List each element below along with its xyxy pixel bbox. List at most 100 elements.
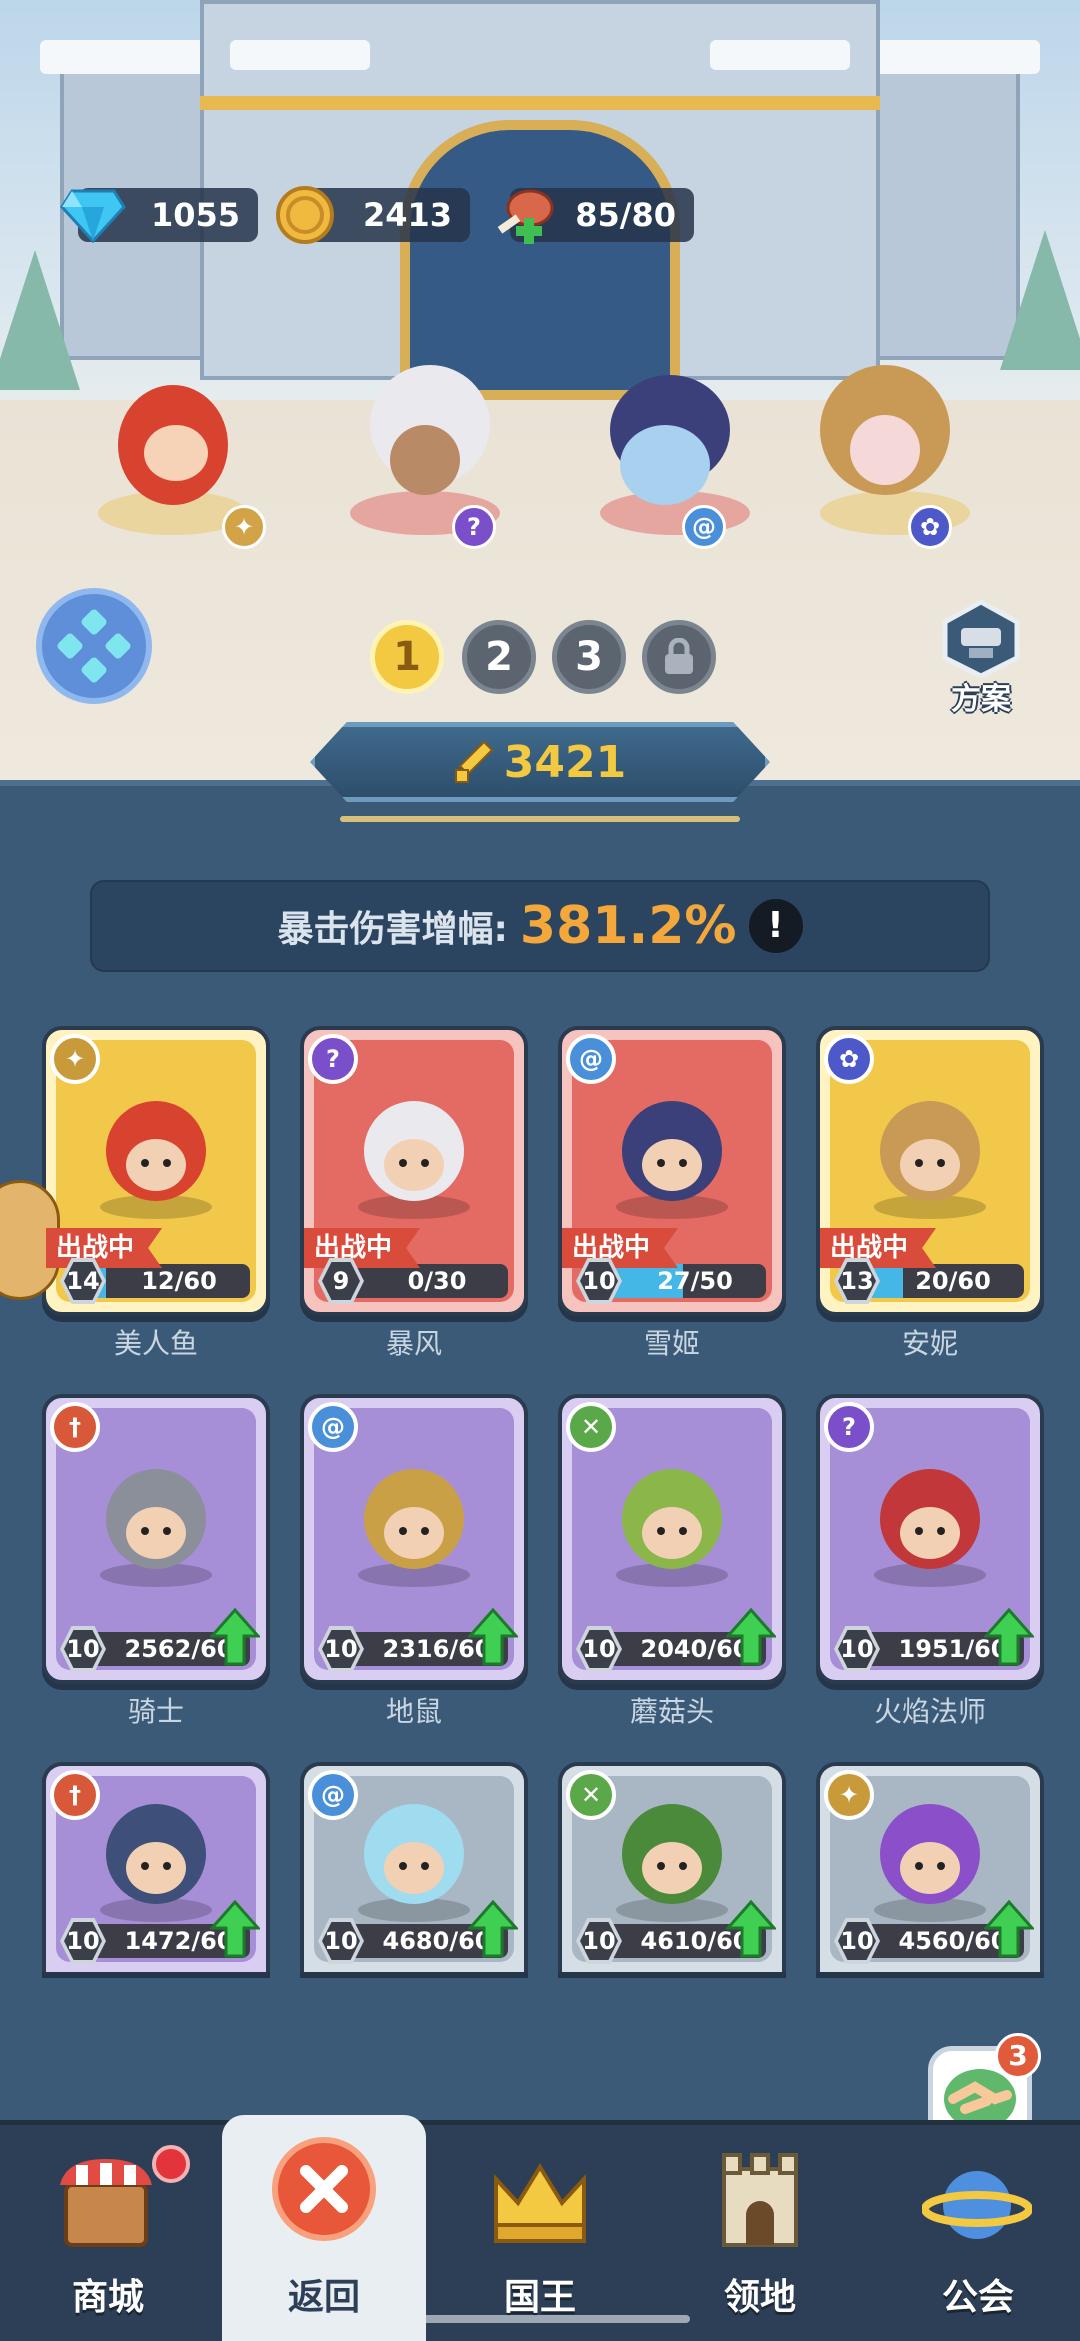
hero-card[interactable]: ✕ 4610/60 10 <box>558 1762 786 1972</box>
hero-level: 10 <box>64 1922 102 1960</box>
team-slot-2[interactable]: 2 <box>462 620 536 694</box>
hero-portrait <box>81 1782 231 1932</box>
coin-icon <box>272 182 338 248</box>
hero-name: 火焰法师 <box>873 1695 986 1728</box>
team-slot-1[interactable]: 1 <box>370 620 444 694</box>
hero-portrait <box>81 1079 231 1229</box>
hero-card[interactable]: @2316/60 10 <box>300 1394 528 1684</box>
upgrade-arrow-icon <box>982 1607 1036 1666</box>
diamond-icon <box>60 182 126 248</box>
team-slot-3[interactable]: 3 <box>552 620 626 694</box>
stage-hero-annie[interactable]: ✿ <box>810 365 970 549</box>
hero-portrait <box>855 1447 1005 1597</box>
deployed-tag: 出战中 <box>562 1228 679 1268</box>
wing-class-icon: ✦ <box>222 505 266 549</box>
hero-portrait <box>597 1079 747 1229</box>
lock-icon <box>665 638 693 674</box>
mermaid-face <box>144 425 208 481</box>
swirl-class-icon: @ <box>308 1402 358 1452</box>
preset-button[interactable]: 方案 <box>936 598 1026 718</box>
hero-card[interactable]: @ 出战中 27/50 10 <box>558 1026 786 1316</box>
hero-card[interactable]: ? 出战中 0/30 9 <box>300 1026 528 1316</box>
hero-card[interactable]: @4680/60 10 <box>300 1762 528 1972</box>
wing-class-icon: ✦ <box>50 1034 100 1084</box>
magic-class-icon: ? <box>452 505 496 549</box>
upgrade-arrow-icon <box>724 1899 778 1958</box>
nav-guild-label: 公会 <box>941 2277 1014 2318</box>
hero-portrait <box>597 1782 747 1932</box>
castle-snow-1 <box>230 40 370 70</box>
nav-king-label: 国王 <box>503 2277 576 2318</box>
hero-card[interactable]: ✦ 出战中 12/60 14 <box>42 1026 270 1316</box>
hero-level: 10 <box>64 1630 102 1668</box>
hero-level: 10 <box>580 1922 618 1960</box>
crit-label: 暴击伤害增幅: <box>277 909 508 950</box>
close-x-icon <box>272 2137 376 2241</box>
magic-class-icon: ? <box>308 1034 358 1084</box>
nav-guild[interactable]: 公会 <box>870 2125 1080 2341</box>
nav-king[interactable]: 国王 <box>432 2125 648 2341</box>
info-button[interactable]: ! <box>748 899 803 953</box>
hero-portrait <box>339 1782 489 1932</box>
castle-trim <box>200 96 880 110</box>
tree-right <box>1000 230 1080 370</box>
storm-face <box>390 425 460 495</box>
gem-counter[interactable]: 1055 <box>60 188 258 243</box>
snow-face <box>620 425 710 505</box>
deployed-tag: 出战中 <box>820 1228 937 1268</box>
power-banner: 3421 <box>310 722 770 802</box>
castle-tower-icon <box>722 2153 798 2247</box>
hero-level: 13 <box>838 1262 876 1300</box>
hero-card[interactable]: ✦ 4560/60 10 <box>816 1762 1044 1972</box>
nav-shop[interactable]: 商城 <box>0 2125 216 2341</box>
bottom-nav: 商城 返回 国王 领地 公会 <box>0 2115 1080 2341</box>
hero-card[interactable]: † 1472/60 10 <box>42 1762 270 1972</box>
hero-portrait <box>855 1079 1005 1229</box>
hero-card[interactable]: ✿ 出战中 20/60 13 <box>816 1026 1044 1316</box>
crit-value: 381.2% <box>519 896 737 956</box>
castle-snow-2 <box>710 40 850 70</box>
upgrade-arrow-icon <box>466 1899 520 1958</box>
stage-hero-snow[interactable]: @ <box>590 365 750 549</box>
nav-territory[interactable]: 领地 <box>652 2125 868 2341</box>
formation-button[interactable] <box>36 588 152 704</box>
dpad-icon <box>57 609 131 683</box>
crown-icon <box>494 2163 586 2243</box>
stamina-counter[interactable]: 85/80 <box>497 188 694 244</box>
nav-shop-label: 商城 <box>71 2277 144 2318</box>
nav-territory-label: 领地 <box>723 2277 796 2318</box>
sword-power-icon <box>454 740 494 783</box>
hero-level: 10 <box>838 1922 876 1960</box>
gem-count: 1055 <box>150 196 240 234</box>
hero-card[interactable]: ? 1951/60 10 <box>816 1394 1044 1684</box>
tree-left <box>0 250 80 390</box>
hero-level: 10 <box>322 1922 360 1960</box>
bow-class-icon: ✕ <box>566 1402 616 1452</box>
shard-progress-text: 20/60 <box>915 1267 991 1295</box>
stage-hero-storm[interactable]: ? <box>340 365 500 549</box>
upgrade-arrow-icon <box>208 1899 262 1958</box>
upgrade-arrow-icon <box>466 1607 520 1666</box>
hero-name: 地鼠 <box>385 1695 442 1728</box>
nav-back[interactable]: 返回 <box>222 2115 426 2341</box>
bow-class-icon: ✕ <box>566 1770 616 1820</box>
hero-card[interactable]: ✕ 2040/60 10 <box>558 1394 786 1684</box>
crit-bonus-box: 暴击伤害增幅: 381.2% ! <box>90 880 990 972</box>
hero-level: 10 <box>322 1630 360 1668</box>
power-value: 3421 <box>503 736 627 788</box>
panel-ornament <box>340 816 740 822</box>
stage-hero-mermaid[interactable]: ✦ <box>88 365 266 549</box>
hero-level: 10 <box>580 1630 618 1668</box>
upgrade-arrow-icon <box>724 1607 778 1666</box>
deployed-tag: 出战中 <box>304 1228 421 1268</box>
preset-label: 方案 <box>951 682 1011 717</box>
coin-counter[interactable]: 2413 <box>276 186 470 244</box>
hero-card[interactable]: † 2562/60 10 <box>42 1394 270 1684</box>
hero-name: 骑士 <box>127 1695 184 1728</box>
annie-face <box>850 415 920 485</box>
magic-class-icon: ? <box>824 1402 874 1452</box>
planet-icon <box>922 2171 1032 2239</box>
castle-scene: 1055 2413 85/80 ✦ ? @ ✿ 1 2 3 方案 <box>0 0 1080 800</box>
hero-level: 10 <box>838 1630 876 1668</box>
team-slot-locked[interactable] <box>642 620 716 694</box>
